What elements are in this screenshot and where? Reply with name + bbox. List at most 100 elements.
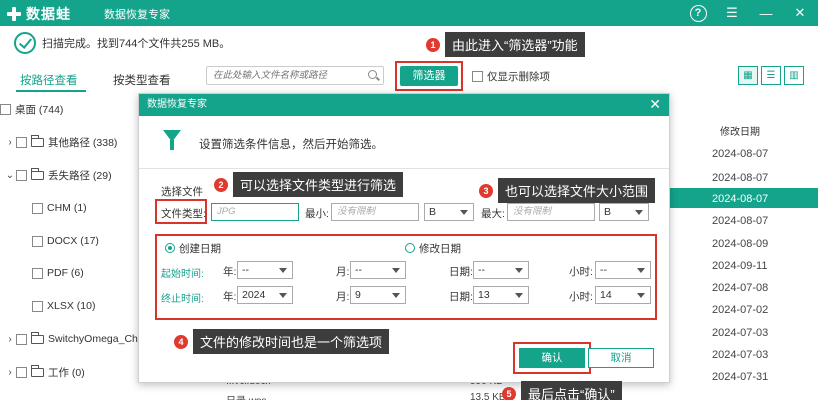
app-name: 数据蛙 <box>26 6 71 22</box>
tree-item[interactable]: CHM (1) <box>32 198 87 218</box>
tree-item[interactable]: ⌄ 丢失路径 (29) <box>4 165 112 185</box>
caret-down-icon <box>637 268 645 273</box>
tree-item[interactable]: XLSX (10) <box>32 296 95 316</box>
tab-by-path[interactable]: 按路径查看 <box>20 72 78 88</box>
month-label: 月: <box>336 291 350 303</box>
min-unit-select[interactable]: B <box>424 203 474 221</box>
highlight-box-file-type <box>155 199 207 224</box>
folder-icon <box>31 331 44 344</box>
view-switch: ▦ ☰ ▥ <box>738 66 807 85</box>
dialog-close-icon[interactable]: ✕ <box>649 96 661 113</box>
tree-item[interactable]: PDF (6) <box>32 263 84 283</box>
tree-label: XLSX (10) <box>47 300 96 312</box>
end-year-select[interactable]: 2024 <box>237 286 293 304</box>
chevron-right-icon[interactable]: › <box>4 137 16 148</box>
caret-down-icon <box>515 268 523 273</box>
day-label: 日期: <box>449 266 473 278</box>
modified-date: 2024-08-09 <box>712 238 769 250</box>
show-deleted-toggle[interactable]: 仅显示删除项 <box>472 69 550 84</box>
start-day-select[interactable]: -- <box>473 261 529 279</box>
close-icon: ✕ <box>794 5 806 20</box>
start-month-select[interactable]: -- <box>350 261 406 279</box>
modified-date: 2024-09-11 <box>712 260 768 272</box>
grid-view-button[interactable]: ▦ <box>738 66 758 85</box>
app-logo: 数据蛙 <box>6 4 71 24</box>
chevron-right-icon[interactable]: › <box>4 334 16 345</box>
tree-checkbox[interactable] <box>0 103 11 115</box>
tree-item[interactable]: › 工作 (0) <box>4 362 85 382</box>
check-circle-icon <box>14 32 36 54</box>
tab-by-type[interactable]: 按类型查看 <box>113 72 171 88</box>
highlight-box-filter <box>395 61 463 91</box>
folder-icon <box>31 364 44 377</box>
tree-checkbox[interactable] <box>32 235 43 247</box>
minimize-button[interactable]: — <box>756 3 776 23</box>
min-size-input[interactable]: 没有限制 <box>331 203 419 221</box>
show-deleted-label: 仅显示删除项 <box>487 71 550 83</box>
callout-number: 1 <box>426 37 440 52</box>
created-date-radio[interactable] <box>165 243 175 253</box>
tree-item[interactable]: DOCX (17) <box>32 231 99 251</box>
tree-checkbox[interactable] <box>16 169 27 181</box>
end-month-select[interactable]: 9 <box>350 286 406 304</box>
file-size: 13.5 KB <box>470 392 506 400</box>
tree-checkbox[interactable] <box>32 267 43 279</box>
tab-active-underline <box>16 90 86 92</box>
detail-view-button[interactable]: ▥ <box>784 66 804 85</box>
folder-icon <box>31 134 44 147</box>
modified-date: 2024-07-03 <box>712 349 769 361</box>
tree-checkbox[interactable] <box>16 333 27 345</box>
callout-5: 5 最后点击“确认” <box>502 381 622 400</box>
search-box[interactable] <box>206 66 384 85</box>
caret-down-icon <box>392 268 400 273</box>
tree-checkbox[interactable] <box>16 366 27 378</box>
select-file-label: 选择文件 <box>161 186 203 198</box>
end-day-select[interactable]: 13 <box>473 286 529 304</box>
tree-label: PDF (6) <box>47 267 84 279</box>
tree-label: CHM (1) <box>47 202 87 214</box>
tree-item[interactable]: › SwitchyOmega_Ch <box>4 329 138 349</box>
callout-4: 4 文件的修改时间也是一个筛选项 <box>174 329 390 354</box>
start-hour-select[interactable]: -- <box>595 261 651 279</box>
max-size-input[interactable]: 没有限制 <box>507 203 595 221</box>
show-deleted-checkbox[interactable] <box>472 71 483 82</box>
file-type-input[interactable]: JPG <box>211 203 299 221</box>
min-unit-value: B <box>429 206 437 218</box>
caret-down-icon <box>515 293 523 298</box>
caret-down-icon <box>279 293 287 298</box>
modified-date: 2024-08-07 <box>712 193 769 205</box>
chevron-right-icon[interactable]: › <box>4 367 16 378</box>
search-input[interactable] <box>207 67 357 84</box>
end-year-value: 2024 <box>242 289 266 301</box>
start-year-select[interactable]: -- <box>237 261 293 279</box>
end-month-value: 9 <box>355 289 361 301</box>
tree-checkbox[interactable] <box>32 202 43 214</box>
max-unit-select[interactable]: B <box>599 203 649 221</box>
app-subtitle: 数据恢复专家 <box>104 9 170 21</box>
tree-label: 其他路径 (338) <box>48 136 118 149</box>
help-button[interactable]: ? <box>688 3 708 23</box>
cancel-button[interactable]: 取消 <box>588 348 654 368</box>
title-bar: 数据蛙 数据恢复专家 ? ☰ — ✕ <box>0 0 818 26</box>
max-unit-value: B <box>604 206 612 218</box>
max-size-label: 最大: <box>481 208 505 220</box>
menu-button[interactable]: ☰ <box>722 3 742 23</box>
start-year-value: -- <box>242 264 249 276</box>
column-header-modified-date[interactable]: 修改日期 <box>720 123 760 138</box>
tree-label: 桌面 (744) <box>15 103 64 116</box>
end-time-label: 终止时间: <box>161 294 204 305</box>
modified-date-radio[interactable] <box>405 243 415 253</box>
list-icon: ☰ <box>766 70 776 81</box>
tree-checkbox[interactable] <box>32 300 43 312</box>
end-day-value: 13 <box>478 289 490 301</box>
minimize-icon: — <box>759 5 773 21</box>
close-window-button[interactable]: ✕ <box>790 3 810 23</box>
tree-item[interactable]: › 其他路径 (338) <box>4 132 117 152</box>
search-icon[interactable] <box>368 70 377 79</box>
tree-checkbox[interactable] <box>16 136 27 148</box>
end-hour-select[interactable]: 14 <box>595 286 651 304</box>
tree-item[interactable]: 桌面 (744) <box>0 99 63 119</box>
chevron-down-icon[interactable]: ⌄ <box>4 170 16 181</box>
list-view-button[interactable]: ☰ <box>761 66 781 85</box>
modified-date: 2024-07-02 <box>712 304 769 316</box>
